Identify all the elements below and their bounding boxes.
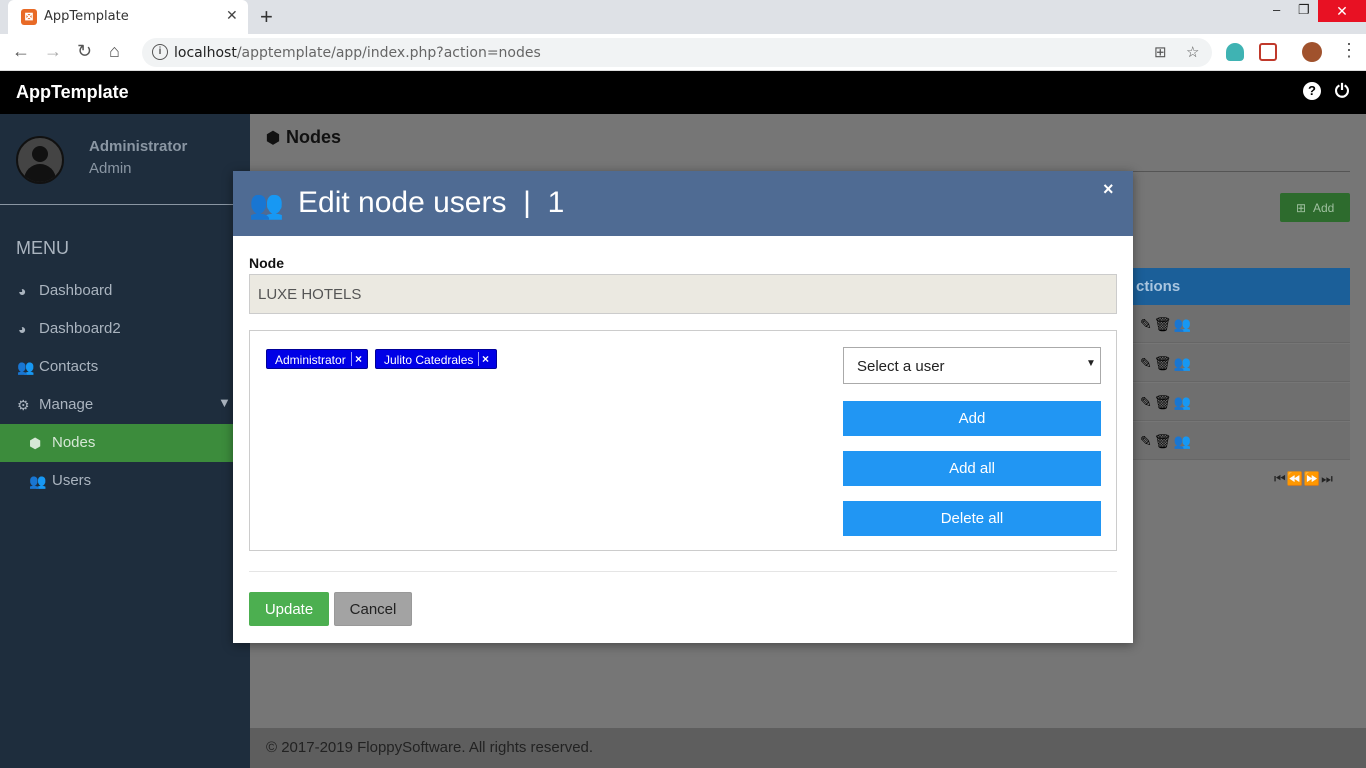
sidebar-item-label: Nodes (52, 434, 96, 451)
sidebar-item-manage[interactable]: ⚙ Manage ▼ (0, 386, 233, 424)
sidebar-item-dashboard[interactable]: ◕ Dashboard (0, 272, 233, 310)
page-title: ⬢ Nodes (266, 127, 341, 147)
browser-menu-icon[interactable]: ⋮ (1340, 40, 1358, 61)
user-chip: Julito Catedrales × (375, 349, 497, 369)
user-select[interactable]: Select a user ▼ (843, 347, 1101, 384)
back-arrow-icon[interactable]: ← (12, 41, 30, 62)
sidebar-divider (0, 204, 250, 205)
delete-all-button[interactable]: Delete all (843, 501, 1101, 536)
tab-close-icon[interactable]: ✕ (226, 7, 238, 24)
node-field: LUXE HOTELS (249, 274, 1117, 314)
pocket-extension-icon[interactable] (1259, 43, 1277, 61)
sidebar-item-label: Contacts (39, 358, 99, 375)
sidebar-item-contacts[interactable]: 👥 Contacts (0, 348, 233, 386)
table-header-actions: ctions (1130, 268, 1350, 305)
extension-icon[interactable] (1226, 43, 1244, 61)
add-node-button[interactable]: ⊞ Add (1280, 193, 1350, 222)
modal-divider (249, 571, 1117, 572)
tachometer-icon: ◕ (18, 321, 27, 337)
table-row: ✎🗑👥 (1130, 383, 1350, 421)
user-select-value: Select a user (857, 358, 945, 375)
app-header: AppTemplate ? ⏻ (0, 71, 1366, 114)
user-chip-label: Administrator (275, 353, 346, 367)
update-button[interactable]: Update (249, 592, 329, 626)
user-avatar (16, 136, 64, 184)
sidebar-item-users[interactable]: 👥 Users (0, 462, 233, 500)
chevron-down-icon: ▼ (1086, 358, 1096, 369)
row-actions-icons[interactable]: ✎🗑👥 (1140, 316, 1193, 333)
row-actions-icons[interactable]: ✎🗑👥 (1140, 355, 1193, 372)
node-users-panel: Administrator × Julito Catedrales × Sele… (249, 330, 1117, 551)
user-chip-label: Julito Catedrales (384, 353, 474, 367)
sidebar-item-label: Dashboard (39, 282, 113, 299)
cubes-icon: ⬢ (266, 130, 280, 147)
browser-tab-bar: ⊠ AppTemplate ✕ + – ❐ ✕ (0, 0, 1366, 34)
modal-title: Edit node users | 1 (298, 186, 565, 219)
address-bar[interactable]: i localhost/apptemplate/app/index.php?ac… (142, 38, 1212, 67)
new-tab-button[interactable]: + (260, 4, 273, 30)
chevron-down-icon: ▼ (218, 395, 231, 410)
reload-icon[interactable]: ↻ (77, 41, 92, 62)
users-icon: 👥 (17, 359, 35, 375)
forward-arrow-icon[interactable]: → (44, 41, 62, 62)
url-text: localhost/apptemplate/app/index.php?acti… (174, 45, 541, 61)
browser-tab[interactable]: ⊠ AppTemplate ✕ (8, 0, 248, 34)
sidebar-item-label: Manage (39, 396, 94, 413)
restore-button[interactable]: ❐ (1298, 2, 1310, 18)
bookmark-star-icon[interactable]: ☆ (1186, 43, 1199, 61)
sidebar-item-nodes[interactable]: ⬢ Nodes (0, 424, 233, 462)
table-row: ✎🗑👥 (1130, 305, 1350, 343)
footer: © 2017-2019 FloppySoftware. All rights r… (250, 728, 1366, 768)
users-icon: 👥 (29, 473, 47, 489)
tachometer-icon: ◕ (18, 283, 27, 299)
info-icon[interactable]: i (152, 44, 168, 60)
user-chip: Administrator × (266, 349, 368, 369)
modal-close-button[interactable]: × (1103, 179, 1114, 200)
users-icon: 👥 (249, 189, 284, 220)
profile-avatar[interactable] (1302, 42, 1322, 62)
add-node-label: Add (1313, 201, 1335, 215)
edit-node-users-modal: 👥 Edit node users | 1 × Node LUXE HOTELS… (233, 171, 1133, 643)
row-actions-icons[interactable]: ✎🗑👥 (1140, 394, 1193, 411)
app-favicon-icon: ⊠ (21, 9, 37, 25)
translate-icon[interactable]: ⊞ (1154, 43, 1167, 61)
node-label: Node (249, 255, 284, 271)
footer-text: © 2017-2019 FloppySoftware. All rights r… (266, 739, 594, 756)
pagination-icons[interactable]: ⏮⏪⏩⏭ (1274, 471, 1334, 487)
cubes-icon: ⬢ (29, 435, 42, 451)
app-title[interactable]: AppTemplate (16, 82, 129, 103)
minimize-button[interactable]: – (1273, 2, 1280, 17)
window-close-button[interactable]: ✕ (1318, 0, 1366, 22)
modal-header: 👥 Edit node users | 1 × (233, 171, 1133, 236)
home-icon[interactable]: ⌂ (109, 41, 120, 62)
row-actions-icons[interactable]: ✎🗑👥 (1140, 433, 1193, 450)
user-name: Administrator (89, 138, 188, 155)
cancel-button[interactable]: Cancel (334, 592, 412, 626)
user-role: Admin (89, 160, 132, 177)
sidebar: Administrator Admin MENU ◕ Dashboard ◕ D… (0, 114, 250, 768)
table-row: ✎🗑👥 (1130, 344, 1350, 382)
add-user-button[interactable]: Add (843, 401, 1101, 436)
menu-heading: MENU (16, 238, 69, 258)
add-all-button[interactable]: Add all (843, 451, 1101, 486)
remove-chip-icon[interactable]: × (351, 352, 362, 366)
table-row: ✎🗑👥 (1130, 422, 1350, 460)
sidebar-item-label: Dashboard2 (39, 320, 121, 337)
cogs-icon: ⚙ (17, 397, 30, 413)
help-icon[interactable]: ? (1303, 82, 1321, 100)
power-icon[interactable]: ⏻ (1333, 82, 1351, 100)
plus-square-icon: ⊞ (1296, 201, 1307, 215)
tab-title: AppTemplate (44, 9, 129, 24)
browser-toolbar: ← → ↻ ⌂ i localhost/apptemplate/app/inde… (0, 34, 1366, 71)
sidebar-item-label: Users (52, 472, 92, 489)
sidebar-item-dashboard2[interactable]: ◕ Dashboard2 (0, 310, 233, 348)
remove-chip-icon[interactable]: × (478, 352, 489, 366)
